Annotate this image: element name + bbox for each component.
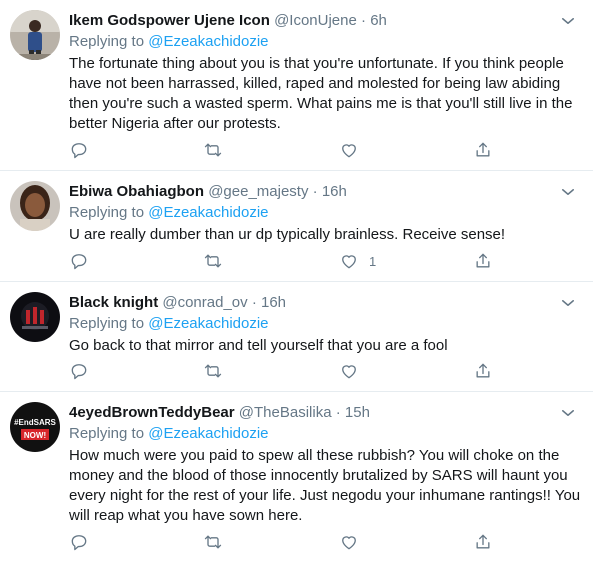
retweet-icon xyxy=(204,535,222,549)
retweet-icon xyxy=(204,254,222,268)
separator-dot: · xyxy=(251,294,257,311)
reply-button[interactable] xyxy=(69,249,89,273)
replying-to: Replying to @Ezeakachidozie xyxy=(69,424,581,444)
chevron-down-icon[interactable] xyxy=(559,183,577,201)
tweet-text: Go back to that mirror and tell yourself… xyxy=(69,337,448,354)
timestamp[interactable]: 16h xyxy=(322,183,347,200)
replying-label: Replying to xyxy=(69,315,145,332)
tweet[interactable]: #EndSARS NOW! 4eyedBrownTeddyBear @TheBa… xyxy=(0,392,593,563)
separator-dot: · xyxy=(361,12,367,29)
tweet-body: Ikem Godspower Ujene Icon @IconUjene · 6… xyxy=(69,10,581,134)
replying-to: Replying to @Ezeakachidozie xyxy=(69,314,581,334)
share-icon xyxy=(476,142,490,157)
retweet-button[interactable] xyxy=(203,530,223,554)
tweet-header: Ikem Godspower Ujene Icon @IconUjene · 6… xyxy=(69,10,581,32)
tweet-header: 4eyedBrownTeddyBear @TheBasilika · 15h xyxy=(69,402,581,424)
chevron-down-icon[interactable] xyxy=(559,404,577,422)
tweet-actions xyxy=(69,138,509,162)
tweet-body: 4eyedBrownTeddyBear @TheBasilika · 15h R… xyxy=(69,402,581,526)
user-handle[interactable]: @TheBasilika xyxy=(239,404,332,421)
replying-label: Replying to xyxy=(69,204,145,221)
share-button[interactable] xyxy=(473,138,493,162)
share-button[interactable] xyxy=(473,249,493,273)
tweet-actions xyxy=(69,530,509,554)
tweet[interactable]: Black knight @conrad_ov · 16h Replying t… xyxy=(0,282,593,392)
display-name[interactable]: Ebiwa Obahiagbon xyxy=(69,183,204,200)
reply-button[interactable] xyxy=(69,359,89,383)
like-button[interactable] xyxy=(339,530,359,554)
separator-dot: · xyxy=(312,183,318,200)
reply-icon xyxy=(71,254,87,270)
share-icon xyxy=(476,363,490,378)
display-name[interactable]: 4eyedBrownTeddyBear xyxy=(69,404,235,421)
like-button[interactable] xyxy=(339,138,359,162)
chevron-down-icon[interactable] xyxy=(559,12,577,30)
avatar[interactable] xyxy=(10,10,60,60)
like-icon xyxy=(342,255,356,269)
retweet-button[interactable] xyxy=(203,359,223,383)
tweet-header: Black knight @conrad_ov · 16h xyxy=(69,292,581,314)
reply-feed: Ikem Godspower Ujene Icon @IconUjene · 6… xyxy=(0,0,593,563)
replying-label: Replying to xyxy=(69,425,145,442)
reply-icon xyxy=(71,364,87,380)
mention-link[interactable]: @Ezeakachidozie xyxy=(148,425,268,442)
user-handle[interactable]: @gee_majesty xyxy=(208,183,308,200)
avatar[interactable] xyxy=(10,292,60,342)
mention-link[interactable]: @Ezeakachidozie xyxy=(148,33,268,50)
tweet-body: Black knight @conrad_ov · 16h Replying t… xyxy=(69,292,581,356)
retweet-button[interactable] xyxy=(203,249,223,273)
tweet-actions: 1 xyxy=(69,249,509,273)
avatar[interactable] xyxy=(10,181,60,231)
mention-link[interactable]: @Ezeakachidozie xyxy=(148,315,268,332)
retweet-icon xyxy=(204,364,222,378)
avatar-text: NOW! xyxy=(24,431,46,440)
tweet-text: How much were you paid to spew all these… xyxy=(69,447,581,524)
avatar-text: #EndSARS xyxy=(14,418,56,427)
tweet-text: U are really dumber than ur dp typically… xyxy=(69,226,506,243)
tweet[interactable]: Ikem Godspower Ujene Icon @IconUjene · 6… xyxy=(0,0,593,171)
reply-icon xyxy=(71,143,87,159)
mention-link[interactable]: @Ezeakachidozie xyxy=(148,204,268,221)
user-handle[interactable]: @conrad_ov xyxy=(162,294,247,311)
avatar[interactable]: #EndSARS NOW! xyxy=(10,402,60,452)
share-button[interactable] xyxy=(473,359,493,383)
share-icon xyxy=(476,534,490,549)
retweet-button[interactable] xyxy=(203,138,223,162)
like-count: 1 xyxy=(369,253,377,269)
reply-button[interactable] xyxy=(69,138,89,162)
timestamp[interactable]: 16h xyxy=(261,294,286,311)
like-icon xyxy=(342,536,356,550)
tweet-text: The fortunate thing about you is that yo… xyxy=(69,55,573,132)
retweet-icon xyxy=(204,143,222,157)
tweet-header: Ebiwa Obahiagbon @gee_majesty · 16h xyxy=(69,181,581,203)
tweet-actions xyxy=(69,359,509,383)
like-icon xyxy=(342,365,356,379)
chevron-down-icon[interactable] xyxy=(559,294,577,312)
user-handle[interactable]: @IconUjene xyxy=(274,12,357,29)
like-icon xyxy=(342,144,356,158)
reply-icon xyxy=(71,535,87,551)
like-button[interactable]: 1 xyxy=(339,249,376,273)
display-name[interactable]: Ikem Godspower Ujene Icon xyxy=(69,12,270,29)
like-button[interactable] xyxy=(339,359,359,383)
share-icon xyxy=(476,253,490,268)
tweet-body: Ebiwa Obahiagbon @gee_majesty · 16h Repl… xyxy=(69,181,581,245)
timestamp[interactable]: 6h xyxy=(370,12,387,29)
separator-dot: · xyxy=(335,404,341,421)
tweet[interactable]: Ebiwa Obahiagbon @gee_majesty · 16h Repl… xyxy=(0,171,593,282)
timestamp[interactable]: 15h xyxy=(345,404,370,421)
reply-button[interactable] xyxy=(69,530,89,554)
replying-to: Replying to @Ezeakachidozie xyxy=(69,32,581,52)
share-button[interactable] xyxy=(473,530,493,554)
replying-label: Replying to xyxy=(69,33,145,50)
replying-to: Replying to @Ezeakachidozie xyxy=(69,203,581,223)
display-name[interactable]: Black knight xyxy=(69,294,158,311)
